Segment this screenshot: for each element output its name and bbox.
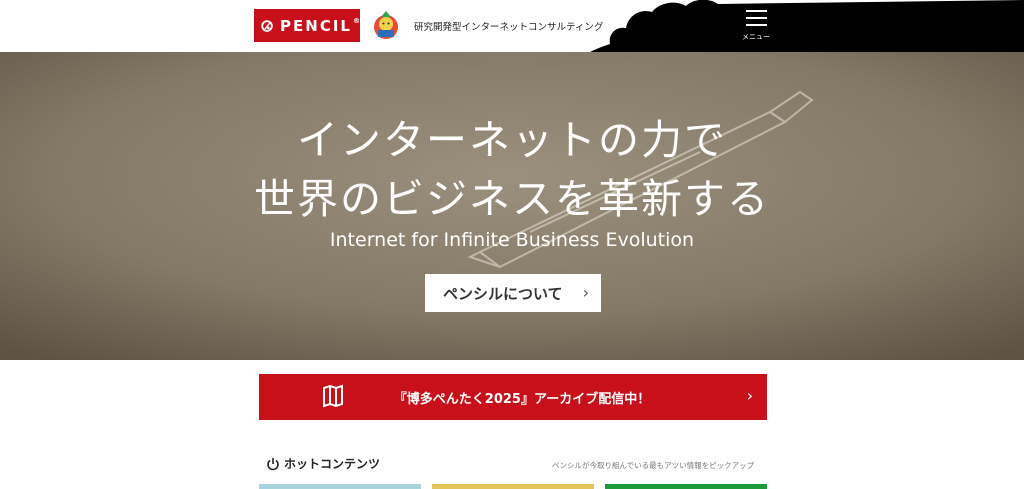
- menu-button[interactable]: メニュー: [736, 8, 776, 44]
- archive-banner[interactable]: 『博多ぺんたく2025』アーカイブ配信中！ ›: [259, 374, 767, 420]
- pencil-logo[interactable]: PENCIL: [254, 9, 360, 42]
- hot-card-1[interactable]: [259, 484, 421, 489]
- about-button-label: ペンシルについて: [443, 284, 563, 303]
- mascot-icon: [374, 11, 398, 39]
- hot-contents-subtitle: ペンシルが今取り組んでいる最もアツい情報をピックアップ: [552, 461, 755, 470]
- hero-section: インターネットの力で 世界のビジネスを革新する Internet for Inf…: [0, 52, 1024, 360]
- site-header: PENCIL 研究開発型インターネットコンサルティング メニュー: [0, 0, 1024, 52]
- hot-contents-title: ホットコンテンツ: [284, 457, 381, 471]
- hero-subtitle: Internet for Infinite Business Evolution: [329, 229, 695, 251]
- hero-heading-line1: インターネットの力で: [297, 116, 727, 164]
- tagline: 研究開発型インターネットコンサルティング: [414, 22, 604, 33]
- hot-card-2[interactable]: [432, 484, 594, 489]
- pencil-mascot-icon: [261, 19, 273, 32]
- about-pencil-button[interactable]: ペンシルについて ›: [425, 274, 601, 312]
- chevron-right-icon: ›: [746, 386, 753, 405]
- hero-heading-line2: 世界のビジネスを革新する: [254, 175, 770, 223]
- banner-text: 『博多ぺんたく2025』アーカイブ配信中！: [393, 392, 651, 407]
- menu-label: メニュー: [742, 33, 770, 41]
- chevron-right-icon: ›: [582, 283, 589, 302]
- logo-text: PENCIL: [280, 17, 360, 35]
- hot-contents-heading: ホットコンテンツ: [266, 455, 380, 472]
- menu-cloud-shape: [590, 0, 1024, 52]
- power-icon: [267, 457, 279, 470]
- hot-card-3[interactable]: [605, 484, 767, 489]
